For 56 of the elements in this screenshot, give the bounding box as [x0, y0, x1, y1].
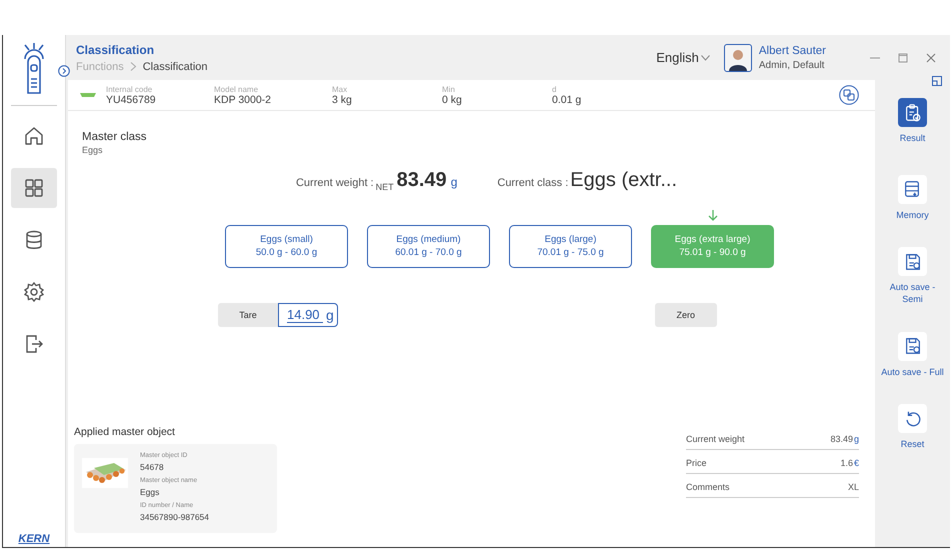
section-title: Master class [82, 131, 148, 143]
gear-icon [23, 281, 45, 303]
info-label: d [552, 84, 558, 94]
brand-logo: KERN [18, 533, 50, 545]
summary-label: Price [686, 458, 707, 468]
weight-value: 83.49 [396, 169, 447, 192]
info-value: 3 kg [332, 94, 353, 106]
summary-label: Comments [686, 482, 730, 492]
grid-icon [23, 177, 45, 199]
weight-label: Current weight : [296, 177, 374, 189]
close-icon[interactable] [926, 52, 936, 62]
language-selector[interactable]: English [656, 50, 710, 65]
user-name: Albert Sauter [758, 44, 826, 56]
expand-icon[interactable] [58, 65, 70, 77]
page-title: Classification [76, 42, 156, 56]
info-label: Model name [214, 84, 260, 94]
class-button[interactable]: Eggs (large) 70.01 g - 75.0 g [509, 225, 632, 268]
class-value: Eggs (extr... [570, 169, 678, 192]
class-button[interactable]: Eggs (medium) 60.01 g - 70.0 g [367, 225, 490, 268]
breadcrumb-item: Classification [142, 60, 208, 72]
summary-label: Current weight [686, 434, 745, 444]
user-role: Admin, Default [758, 60, 826, 70]
section-value: Eggs [82, 145, 104, 155]
class-label: Current class : [497, 177, 568, 189]
info-label: Max [332, 84, 348, 94]
field-value: Eggs [140, 487, 160, 497]
summary-value: XL [848, 482, 859, 492]
fullscreen-icon[interactable] [932, 76, 942, 86]
net-label: NET [376, 182, 394, 192]
home-icon [23, 125, 45, 147]
action-button[interactable]: Auto save - Semi [880, 247, 946, 306]
info-value: 0 kg [442, 94, 463, 106]
scale-icon [80, 92, 96, 98]
info-label: Min [442, 84, 456, 94]
zero-button[interactable]: Zero [654, 303, 717, 327]
summary-value: 83.49g [830, 434, 859, 444]
caret-icon [700, 54, 710, 60]
down-arrow-icon [708, 210, 718, 221]
action-button[interactable]: Auto save - Full [881, 332, 944, 378]
info-value: YU456789 [106, 94, 157, 106]
nav-item[interactable] [11, 168, 57, 208]
info-label: Internal code [106, 84, 154, 94]
info-value: 0.01 g [552, 94, 582, 106]
tare-field[interactable]: 14.90 g [278, 303, 338, 327]
weight-unit: g [450, 175, 458, 189]
tare-button[interactable]: Tare [218, 303, 278, 327]
field-value: 54678 [140, 462, 165, 472]
avatar [724, 44, 752, 72]
summary-value: 1.6€ [840, 458, 859, 468]
section-title: Applied master object [74, 426, 176, 438]
class-button[interactable]: Eggs (small) 50.0 g - 60.0 g [225, 225, 348, 268]
chevron-icon [130, 62, 137, 71]
field-value: 34567890-987654 [140, 512, 210, 522]
logo-icon [22, 43, 46, 95]
info-value: KDP 3000-2 [214, 94, 272, 106]
swap-icon[interactable] [839, 85, 859, 105]
